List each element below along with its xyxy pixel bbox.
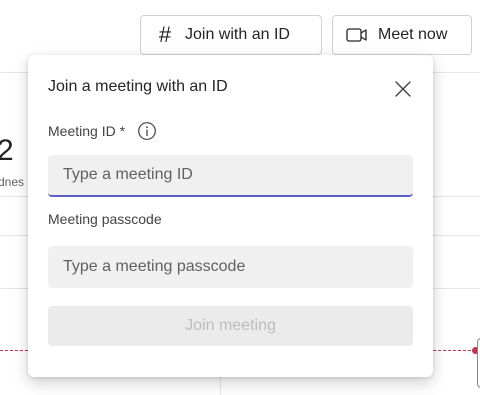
meeting-id-input[interactable]: [48, 155, 413, 197]
day-name: dnes: [0, 175, 25, 189]
meet-now-label: Meet now: [378, 26, 448, 43]
close-icon[interactable]: [393, 79, 413, 99]
video-camera-icon: [346, 27, 368, 43]
dialog-title: Join a meeting with an ID: [48, 78, 228, 95]
join-meeting-button[interactable]: Join meeting: [48, 306, 413, 346]
join-meeting-dialog: Join a meeting with an ID Meeting ID * M…: [28, 55, 433, 377]
join-with-id-button[interactable]: # Join with an ID: [140, 15, 322, 55]
info-icon[interactable]: [137, 121, 157, 141]
hash-icon: #: [158, 22, 172, 47]
join-with-id-label: Join with an ID: [185, 26, 290, 43]
meeting-passcode-input[interactable]: [48, 246, 413, 288]
day-number: 2: [0, 134, 14, 167]
meeting-id-label-text: Meeting ID *: [48, 123, 126, 139]
meeting-id-label: Meeting ID *: [48, 121, 157, 141]
passcode-label: Meeting passcode: [48, 211, 162, 227]
meet-now-button[interactable]: Meet now: [332, 15, 472, 55]
